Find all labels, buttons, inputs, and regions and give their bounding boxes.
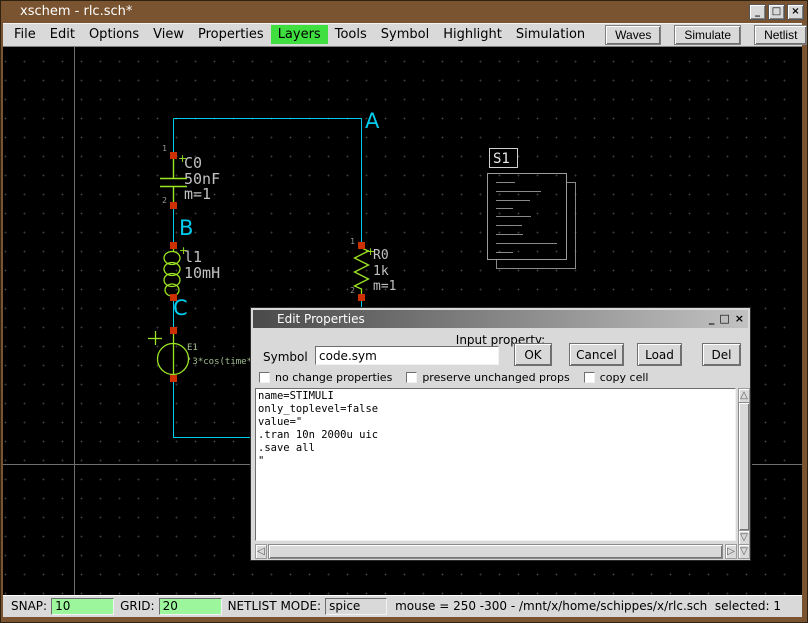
net-label-b[interactable]: B	[179, 216, 193, 240]
resistor-r0[interactable]: + R0 1k m=1 1 2	[350, 237, 396, 301]
dialog-titlebar[interactable]: Edit Properties _ □ ×	[253, 310, 748, 328]
menu-edit[interactable]: Edit	[43, 25, 82, 44]
menubar: File Edit Options View Properties Layers…	[3, 23, 802, 47]
titlebar[interactable]: xschem - rlc.sch* _ □ ×	[0, 0, 808, 23]
cancel-button[interactable]: Cancel	[569, 343, 624, 366]
window-title: xschem - rlc.sch*	[20, 4, 132, 19]
vertical-scrollbar[interactable]: △ ▽ ▽	[738, 388, 750, 559]
snap-input[interactable]	[51, 598, 114, 615]
vertical-scroll-thumb[interactable]	[738, 402, 750, 531]
horizontal-scroll-thumb[interactable]	[268, 544, 723, 559]
resistor-name: R0	[373, 248, 389, 263]
preserve-unchanged-props-label: preserve unchanged props	[422, 371, 569, 384]
code-symbol-name: S1	[493, 151, 510, 167]
maximize-icon: □	[772, 6, 781, 17]
resistor-pin1-number: 1	[350, 237, 355, 246]
scroll-right-icon[interactable]: ▷	[725, 544, 737, 559]
window-controls: _ □ ×	[749, 4, 808, 20]
maximize-button[interactable]: □	[768, 4, 785, 20]
scroll-left-icon[interactable]: ◁	[255, 544, 267, 559]
load-button[interactable]: Load	[637, 343, 682, 366]
dialog-maximize-button[interactable]: □	[719, 310, 729, 328]
dialog-checkbox-row: no change properties preserve unchanged …	[259, 371, 662, 384]
property-textarea[interactable]: name=STIMULI only_toplevel=false value="…	[255, 388, 736, 541]
simulate-button[interactable]: Simulate	[674, 25, 741, 45]
symbol-label: Symbol	[263, 350, 308, 364]
edit-properties-dialog: Edit Properties _ □ × Input property: Sy…	[250, 307, 751, 561]
minimize-icon: _	[755, 6, 760, 17]
menu-view[interactable]: View	[146, 25, 191, 44]
schematic-canvas[interactable]: A B C + C0 50nF m=1	[3, 47, 802, 595]
waves-button[interactable]: Waves	[605, 25, 661, 45]
netlist-mode-input[interactable]	[325, 598, 387, 615]
capacitor-pin2-number: 2	[162, 196, 167, 205]
dialog-title: Edit Properties	[277, 312, 365, 326]
resistor-pin2-number: 2	[350, 286, 355, 295]
resistor-value: 1k	[373, 264, 389, 279]
grid-input[interactable]	[159, 598, 222, 615]
source-e1[interactable]: E1 '3*cos(time*ti	[148, 327, 263, 382]
resistor-mult: m=1	[373, 279, 396, 294]
copy-cell-label: copy cell	[600, 371, 649, 384]
inductor-l1[interactable]: + l1 10mH	[164, 242, 220, 301]
capacitor-c0[interactable]: + C0 50nF m=1 1 2	[160, 144, 220, 209]
netlist-mode-label: NETLIST MODE:	[228, 599, 322, 613]
capacitor-mult: m=1	[184, 185, 211, 203]
copy-cell-checkbox[interactable]	[584, 372, 595, 383]
scroll-down2-icon[interactable]: ▽	[738, 544, 750, 559]
close-button[interactable]: ×	[787, 4, 804, 20]
del-button[interactable]: Del	[702, 343, 741, 366]
source-name: E1	[187, 343, 198, 353]
menu-simulation[interactable]: Simulation	[509, 25, 592, 44]
menu-properties[interactable]: Properties	[191, 25, 271, 44]
preserve-unchanged-props-checkbox[interactable]	[406, 372, 417, 383]
source-symbol	[148, 331, 189, 376]
menu-options[interactable]: Options	[82, 25, 146, 44]
menu-highlight[interactable]: Highlight	[436, 25, 509, 44]
statusbar: SNAP: GRID: NETLIST MODE: mouse = 250 -3…	[3, 595, 802, 617]
no-change-properties-label: no change properties	[275, 371, 392, 384]
code-symbol-text-lines	[496, 183, 557, 253]
snap-label: SNAP:	[11, 599, 47, 613]
dialog-minimize-button[interactable]: _	[709, 310, 715, 328]
scroll-down-icon[interactable]: ▽	[738, 530, 750, 545]
no-change-properties-checkbox[interactable]	[259, 372, 270, 383]
dialog-close-button[interactable]: ×	[735, 310, 744, 328]
minimize-button[interactable]: _	[749, 4, 766, 20]
net-label-a[interactable]: A	[365, 109, 380, 133]
mouse-info: mouse = 250 -300 - /mnt/x/home/schippes/…	[395, 599, 781, 613]
close-icon: ×	[791, 6, 799, 17]
menu-file[interactable]: File	[7, 25, 43, 44]
inductor-symbol	[164, 248, 180, 296]
capacitor-pin1-number: 1	[162, 144, 167, 153]
menu-symbol[interactable]: Symbol	[374, 25, 436, 44]
menu-layers[interactable]: Layers	[271, 25, 328, 44]
grid-label: GRID:	[120, 599, 154, 613]
horizontal-scrollbar[interactable]: ◁ ▷	[255, 544, 737, 559]
scroll-up-icon[interactable]: △	[738, 388, 750, 403]
netlist-button[interactable]: Netlist	[754, 25, 807, 45]
xschem-window: xschem - rlc.sch* _ □ × File Edit Option…	[0, 0, 808, 623]
menu-tools[interactable]: Tools	[328, 25, 374, 44]
dialog-window-controls: _ □ ×	[709, 310, 744, 328]
code-symbol-s1[interactable]: S1	[488, 149, 576, 269]
inductor-value: 10mH	[184, 264, 220, 282]
ok-button[interactable]: OK	[514, 343, 552, 366]
symbol-input[interactable]	[315, 346, 499, 365]
